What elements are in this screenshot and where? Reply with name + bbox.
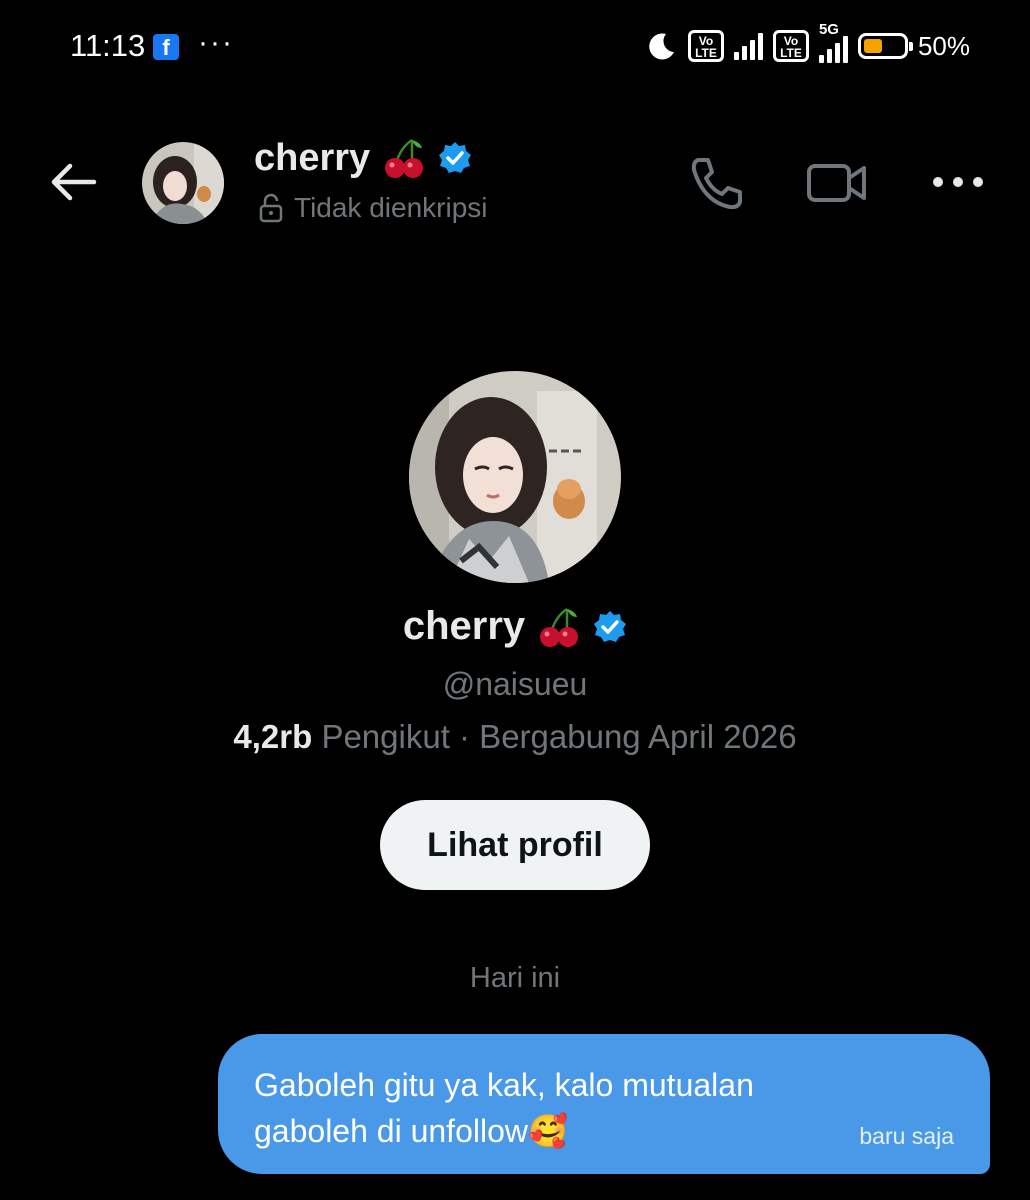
followers-count: 4,2rb (233, 718, 313, 755)
battery-icon (857, 33, 913, 59)
date-separator: Hari ini (469, 962, 561, 994)
header-name: cherry (254, 136, 371, 179)
profile-stats: 4,2rb Pengikut · Bergabung April 2026 (0, 718, 1030, 756)
facebook-icon: f (153, 34, 179, 60)
message-bubble[interactable]: Gaboleh gitu ya kak, kalo mutualan gabol… (218, 1034, 990, 1174)
video-camera-icon[interactable] (806, 160, 868, 206)
network-label: 5G (818, 21, 839, 38)
profile-name: cherry (402, 604, 526, 648)
more-dots-icon: ··· (198, 26, 234, 59)
encryption-status: Tidak dienkripsi (258, 192, 487, 224)
volte-icon: Vo LTE (687, 30, 724, 62)
moon-icon (649, 33, 674, 60)
back-arrow-icon[interactable] (48, 160, 98, 204)
header-avatar[interactable] (142, 142, 224, 224)
phone-icon[interactable] (688, 156, 744, 210)
status-time: 11:13 (70, 28, 146, 63)
message-text: Gaboleh gitu ya kak, kalo mutualan gabol… (254, 1067, 754, 1149)
cherry-emoji-icon (385, 138, 424, 178)
view-profile-button[interactable]: Lihat profil (380, 800, 650, 890)
volte-icon: Vo LTE (772, 30, 809, 62)
more-horizontal-icon[interactable] (930, 172, 986, 192)
cherry-emoji-icon (540, 607, 579, 647)
signal-icon (733, 32, 763, 60)
message-time: baru saja (859, 1123, 954, 1149)
profile-name-row: cherry (0, 604, 1030, 649)
header-title[interactable]: cherry (254, 136, 472, 180)
status-right-cluster: Vo LTE Vo LTE 5G 50% (646, 21, 970, 66)
status-bar: 11:13 f ··· Vo LTE Vo LTE 5G 50% (0, 0, 1030, 95)
verified-badge-icon (439, 142, 472, 173)
profile-avatar[interactable] (409, 371, 621, 583)
signal-5g-icon: 5G (818, 21, 848, 63)
verified-badge-icon (594, 610, 627, 642)
lock-icon (259, 193, 283, 223)
followers-label: Pengikut · Bergabung April 2026 (321, 718, 797, 755)
encryption-label: Tidak dienkripsi (294, 192, 488, 223)
battery-percent: 50% (917, 30, 970, 61)
profile-handle: @naisueu (442, 666, 588, 702)
